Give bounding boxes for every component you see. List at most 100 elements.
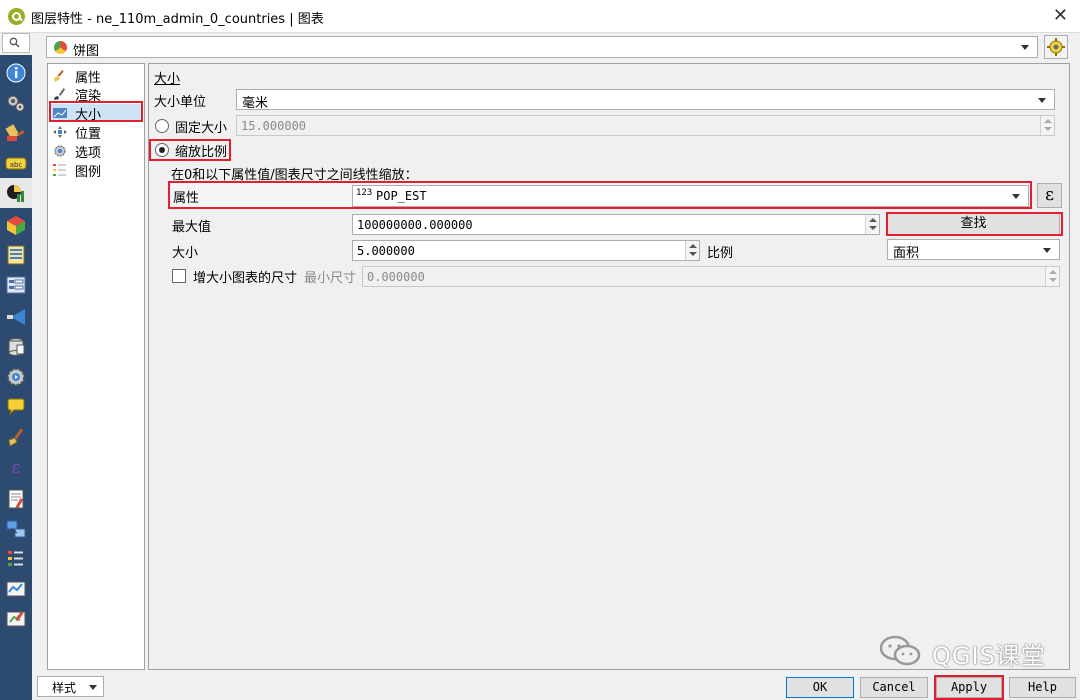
diagrams-tab-icon[interactable] (0, 178, 32, 208)
spinbox-arrows-icon[interactable] (1045, 267, 1059, 286)
style-menu-button[interactable]: 样式 (37, 676, 104, 697)
nav-item-placement[interactable]: 位置 (51, 123, 143, 142)
variables-tab-icon[interactable]: ε (5, 456, 27, 478)
nav-item-label: 渲染 (75, 89, 102, 104)
cancel-button-label: Cancel (872, 680, 916, 694)
watermark-text: QGIS课堂 (932, 642, 1046, 670)
integer-field-icon: 123 (356, 188, 373, 198)
search-icon (9, 37, 20, 48)
legend-tab-icon[interactable] (5, 548, 27, 570)
chevron-down-icon (1043, 248, 1051, 253)
increase-small-checkbox[interactable] (172, 269, 186, 283)
actions-tab-icon[interactable] (5, 366, 27, 388)
gear-icon (54, 145, 66, 157)
nav-item-options[interactable]: 选项 (51, 142, 143, 161)
fixed-size-value: 15.000000 (241, 119, 307, 133)
scale-by-select[interactable]: 面积 (887, 239, 1060, 261)
size-unit-value: 毫米 (242, 96, 269, 111)
size-icon (53, 108, 67, 118)
svg-text:ε: ε (12, 458, 21, 478)
brush-icon (54, 70, 64, 82)
scaled-size-label: 缩放比例 (175, 145, 228, 160)
metadata-tab-icon[interactable] (5, 488, 27, 510)
size-settings-panel (148, 63, 1070, 670)
fixed-size-label: 固定大小 (175, 121, 228, 136)
information-tab-icon[interactable] (5, 62, 27, 84)
min-size-input[interactable]: 0.000000 (362, 266, 1060, 287)
nav-item-label: 大小 (75, 108, 102, 123)
chevron-down-icon (1038, 98, 1046, 103)
window-title: 图层特性 - ne_110m_admin_0_countries | 图表 (31, 12, 324, 27)
labels-tab-icon[interactable]: abc (5, 152, 27, 174)
size-label: 大小 (172, 246, 199, 261)
nav-item-label: 属性 (75, 71, 102, 86)
section-title: 大小 (154, 72, 181, 87)
apply-button[interactable]: Apply (936, 677, 1002, 698)
scale-description: 在0和以下属性值/图表尺寸之间线性缩放： (171, 168, 418, 183)
fields-tab-icon[interactable] (5, 244, 27, 266)
pie-chart-icon (54, 41, 67, 54)
scaled-size-radio[interactable] (155, 143, 169, 157)
min-size-value: 0.000000 (367, 270, 425, 284)
symbology-tab-icon[interactable] (5, 122, 27, 144)
spinbox-arrows-icon[interactable] (685, 241, 699, 260)
legend-icon (53, 164, 66, 176)
find-button[interactable]: 查找 (887, 213, 1060, 235)
min-size-label: 最小尺寸 (304, 271, 357, 286)
expression-button[interactable]: ε (1037, 183, 1062, 208)
help-button-label: Help (1028, 680, 1057, 694)
diagram-settings-button[interactable] (1044, 35, 1068, 59)
chevron-down-icon (89, 685, 97, 690)
ok-button-label: OK (812, 680, 828, 694)
size-unit-select[interactable]: 毫米 (236, 89, 1055, 111)
qgis-server-tab-icon[interactable] (5, 578, 27, 600)
nav-item-attributes[interactable]: 属性 (51, 67, 143, 86)
max-value-value: 100000000.000000 (357, 218, 473, 232)
diagram-settings-icon (1047, 38, 1065, 56)
digitizing-tab-icon[interactable] (5, 608, 27, 630)
title-bar: 图层特性 - ne_110m_admin_0_countries | 图表 ✕ (0, 0, 1080, 33)
size-value: 5.000000 (357, 244, 415, 258)
nav-item-legend[interactable]: 图例 (51, 161, 143, 180)
display-tab-icon[interactable] (5, 396, 27, 418)
attributes-form-tab-icon[interactable] (5, 274, 27, 296)
wechat-logo-icon (879, 635, 921, 666)
fixed-size-input[interactable]: 15.000000 (236, 115, 1055, 136)
scale-by-value: 面积 (893, 246, 920, 261)
chevron-down-icon (1012, 194, 1020, 199)
paintbrush-icon (54, 88, 66, 100)
fixed-size-radio[interactable] (155, 119, 169, 133)
joins-tab-icon[interactable] (5, 306, 27, 328)
source-tab-icon[interactable] (5, 92, 27, 114)
spinbox-arrows-icon[interactable] (865, 215, 879, 234)
max-value-label: 最大值 (172, 220, 212, 235)
chevron-down-icon (1021, 45, 1029, 50)
attribute-select[interactable]: 123 POP_EST (352, 185, 1029, 207)
attribute-value: POP_EST (376, 189, 427, 203)
svg-text:abc: abc (10, 161, 23, 169)
diagram-type-select[interactable]: 饼图 (46, 36, 1038, 59)
diagram-settings-nav: 属性 渲染 大小 位置 选项 图例 (47, 63, 145, 670)
rendering-tab-icon[interactable] (5, 426, 27, 448)
expression-icon: ε (1045, 185, 1054, 205)
dependencies-tab-icon[interactable] (5, 518, 27, 540)
3d-view-tab-icon[interactable] (5, 214, 27, 236)
style-button-label: 样式 (52, 681, 77, 695)
layer-properties-tab-bar: abc ε (0, 55, 32, 700)
search-input[interactable] (2, 33, 30, 53)
size-input[interactable]: 5.000000 (352, 240, 700, 261)
nav-item-size[interactable]: 大小 (51, 104, 143, 123)
spinbox-arrows-icon[interactable] (1040, 116, 1054, 135)
help-button[interactable]: Help (1009, 677, 1076, 698)
diagram-type-value: 饼图 (73, 44, 100, 59)
apply-button-label: Apply (950, 680, 988, 694)
auxiliary-storage-tab-icon[interactable] (5, 336, 27, 358)
max-value-input[interactable]: 100000000.000000 (352, 214, 880, 235)
ok-button[interactable]: OK (786, 677, 854, 698)
cancel-button[interactable]: Cancel (860, 677, 928, 698)
close-icon[interactable]: ✕ (1053, 5, 1068, 26)
watermark: QGIS课堂 (876, 632, 1056, 672)
nav-item-rendering[interactable]: 渲染 (51, 85, 143, 104)
qgis-logo-icon (8, 8, 25, 25)
attribute-label: 属性 (173, 191, 200, 206)
